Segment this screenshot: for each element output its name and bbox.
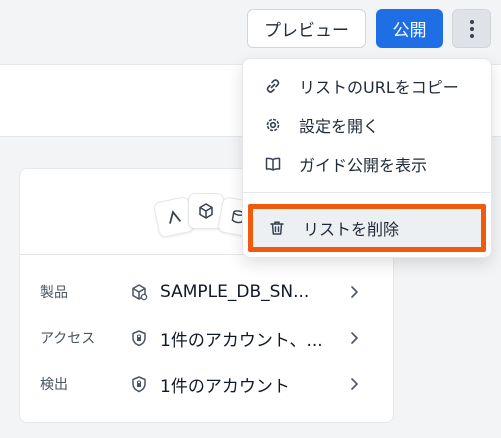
row-value: SAMPLE_DB_SN... — [160, 282, 310, 302]
row-detection[interactable]: 検出 1件のアカウント — [20, 361, 393, 407]
menu-item-label: ガイド公開を表示 — [299, 156, 428, 175]
chevron-right-icon — [351, 378, 358, 390]
menu-item-open-settings[interactable]: 設定を開く — [243, 106, 491, 144]
chevron-right-icon — [351, 286, 358, 298]
trash-icon — [270, 221, 284, 235]
logo-icon — [169, 210, 181, 224]
more-options-menu: リストのURLをコピー 設定を開く ガイド公開を表示 リストを削除 — [242, 58, 492, 258]
cube-icon — [199, 203, 213, 219]
chevron-right-icon — [351, 332, 358, 344]
menu-item-label: リストを削除 — [303, 220, 400, 239]
preview-button[interactable]: プレビュー — [247, 9, 366, 48]
row-label: 製品 — [40, 285, 68, 301]
row-value: 1件のアカウント — [160, 376, 290, 397]
row-access[interactable]: アクセス 1件のアカウント、... — [20, 315, 393, 361]
product-icon — [132, 284, 148, 301]
row-label: アクセス — [40, 331, 96, 347]
publish-button[interactable]: 公開 — [376, 9, 443, 48]
more-vertical-icon — [469, 19, 474, 38]
link-icon — [266, 79, 280, 93]
row-product[interactable]: 製品 SAMPLE_DB_SN... — [20, 269, 393, 315]
menu-item-label: 設定を開く — [299, 117, 380, 136]
menu-item-copy-url[interactable]: リストのURLをコピー — [243, 67, 491, 105]
shield-lock-icon — [132, 376, 146, 393]
menu-item-label: リストのURLをコピー — [299, 78, 459, 97]
menu-item-show-guide[interactable]: ガイド公開を表示 — [243, 145, 491, 183]
menu-item-delete-list[interactable]: リストを削除 — [248, 204, 486, 252]
gear-icon — [266, 118, 280, 132]
row-label: 検出 — [40, 377, 68, 393]
shield-lock-icon — [132, 330, 146, 347]
top-toolbar: プレビュー 公開 — [0, 0, 501, 64]
menu-divider — [243, 192, 491, 193]
book-icon — [265, 157, 281, 171]
row-value: 1件のアカウント、... — [160, 330, 323, 351]
more-options-button[interactable] — [452, 9, 491, 48]
